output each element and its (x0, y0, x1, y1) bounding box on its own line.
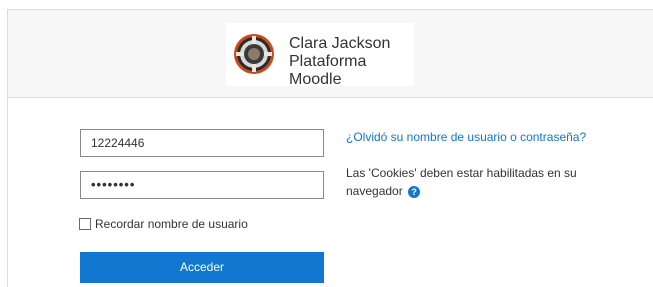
login-page: Clara Jackson Plataforma Moodle 12224446… (7, 9, 653, 287)
username-field[interactable]: 12224446 (80, 129, 324, 157)
site-name: Clara Jackson Plataforma Moodle (289, 35, 414, 89)
institution-emblem-icon (234, 34, 274, 74)
site-logo: Clara Jackson Plataforma Moodle (226, 23, 414, 89)
page-header: Clara Jackson Plataforma Moodle (8, 10, 653, 98)
cookies-text: Las 'Cookies' deben estar habilitadas en… (346, 166, 577, 198)
cookies-notice: Las 'Cookies' deben estar habilitadas en… (346, 164, 606, 200)
password-field[interactable]: •••••••• (80, 171, 324, 199)
remember-label: Recordar nombre de usuario (95, 217, 248, 231)
login-button[interactable]: Acceder (80, 252, 324, 283)
forgot-credentials-link[interactable]: ¿Olvidó su nombre de usuario o contraseñ… (346, 130, 586, 144)
site-name-line1: Clara Jackson (289, 35, 391, 52)
remember-checkbox[interactable] (79, 218, 91, 230)
remember-username[interactable]: Recordar nombre de usuario (79, 216, 248, 232)
site-name-line2: Plataforma Moodle (289, 53, 367, 88)
question-circle-icon[interactable]: ? (408, 185, 421, 198)
